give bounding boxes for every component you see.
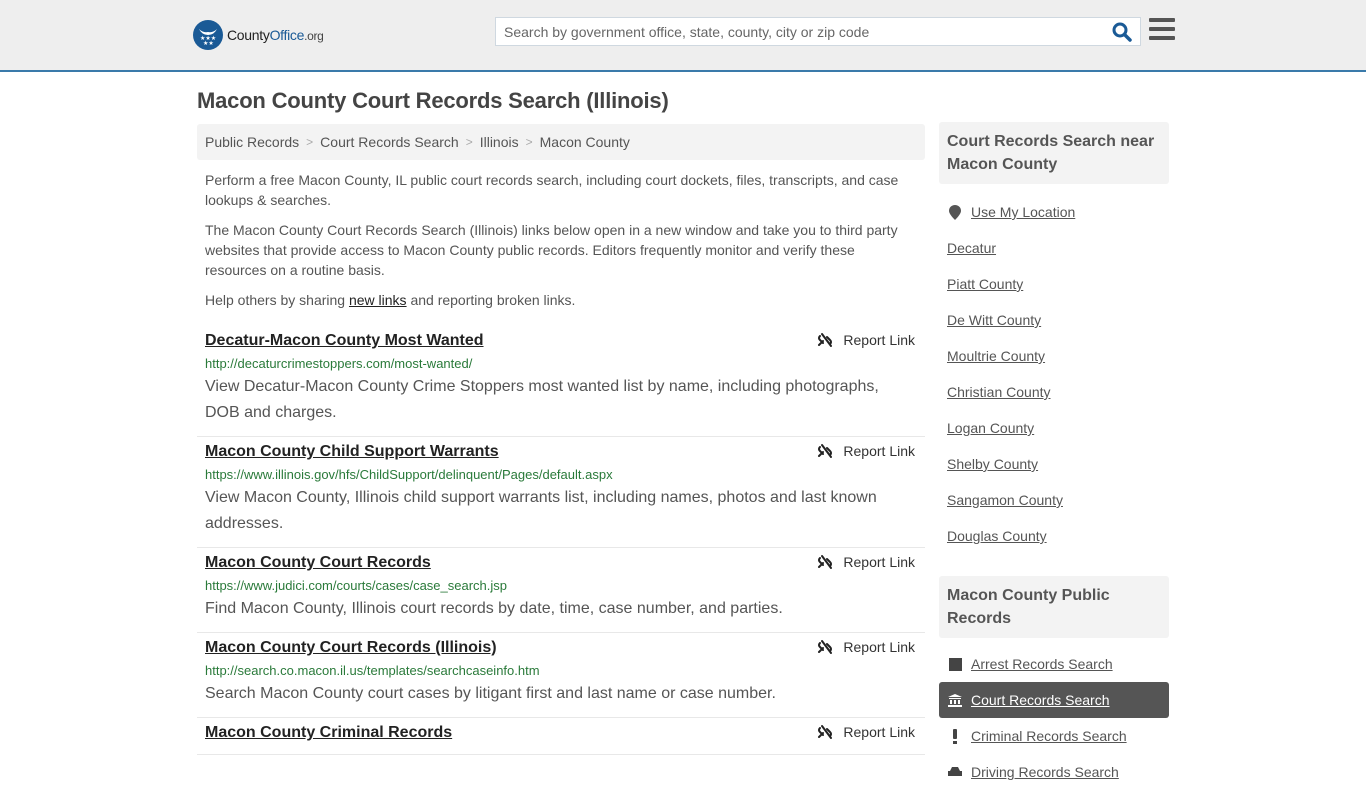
- nearby-link-label[interactable]: Sangamon County: [947, 492, 1063, 508]
- result-item: Decatur-Macon County Most Wanted Report …: [197, 326, 925, 437]
- sidebar: Court Records Search near Macon County U…: [939, 122, 1169, 800]
- public-records-link-label[interactable]: Court Records Search: [971, 692, 1110, 708]
- public-records-link-label[interactable]: Driving Records Search: [971, 764, 1119, 780]
- nearby-link[interactable]: Logan County: [939, 410, 1169, 446]
- nearby-link-label[interactable]: Christian County: [947, 384, 1051, 400]
- nearby-link-label[interactable]: Moultrie County: [947, 348, 1045, 364]
- report-link-button[interactable]: Report Link: [817, 639, 915, 655]
- nearby-heading: Court Records Search near Macon County: [939, 122, 1169, 184]
- search-icon: [1112, 22, 1132, 42]
- broken-link-icon: [818, 725, 833, 739]
- chevron-right-icon: >: [525, 135, 533, 149]
- result-url: https://www.illinois.gov/hfs/ChildSuppor…: [205, 467, 613, 482]
- report-link-button[interactable]: Report Link: [817, 724, 915, 740]
- search-box: [495, 17, 1141, 46]
- logo-eagle-icon: ★★★ ★★: [193, 20, 223, 50]
- svg-text:★★: ★★: [203, 40, 214, 45]
- breadcrumb-court-records-search[interactable]: Court Records Search: [320, 134, 459, 150]
- breadcrumb-public-records[interactable]: Public Records: [205, 134, 299, 150]
- result-title-link[interactable]: Macon County Criminal Records: [205, 722, 452, 744]
- nearby-link-label[interactable]: Decatur: [947, 240, 996, 256]
- public-records-link-label[interactable]: Criminal Records Search: [971, 728, 1127, 744]
- result-item: Macon County Child Support Warrants Repo…: [197, 437, 925, 548]
- result-url: http://decaturcrimestoppers.com/most-wan…: [205, 356, 473, 371]
- nearby-link-label[interactable]: Douglas County: [947, 528, 1047, 544]
- hamburger-menu-icon[interactable]: [1149, 18, 1175, 42]
- broken-link-icon: [818, 555, 833, 569]
- search-input[interactable]: [496, 18, 1096, 45]
- result-description: Search Macon County court cases by litig…: [205, 685, 776, 702]
- result-item: Macon County Criminal Records Report Lin…: [197, 718, 925, 755]
- intro-paragraph-3: Help others by sharing new links and rep…: [205, 292, 576, 308]
- result-title-link[interactable]: Macon County Court Records: [205, 552, 431, 574]
- report-link-label: Report Link: [843, 443, 915, 459]
- nearby-link-label[interactable]: Shelby County: [947, 456, 1038, 472]
- site-header: ★★★ ★★ CountyOffice.org: [0, 0, 1366, 72]
- intro-text: Perform a free Macon County, IL public c…: [205, 170, 917, 320]
- result-description: View Macon County, Illinois child suppor…: [205, 489, 877, 532]
- public-records-link[interactable]: Driving Records Search: [939, 754, 1169, 790]
- report-link-button[interactable]: Report Link: [817, 332, 915, 348]
- public-records-link-label[interactable]: Arrest Records Search: [971, 656, 1113, 672]
- chevron-right-icon: >: [306, 135, 314, 149]
- result-title-link[interactable]: Macon County Child Support Warrants: [205, 441, 499, 463]
- nearby-list: Use My Location Decatur Piatt County De Wi…: [939, 184, 1169, 564]
- breadcrumb-macon-county[interactable]: Macon County: [540, 134, 630, 150]
- report-link-label: Report Link: [843, 332, 915, 348]
- result-item: Macon County Court Records Report Link h…: [197, 548, 925, 633]
- broken-link-icon: [818, 640, 833, 654]
- search-button[interactable]: [1112, 22, 1134, 42]
- logo-link[interactable]: ★★★ ★★ CountyOffice.org: [193, 20, 324, 50]
- logo-text: CountyOffice.org: [227, 27, 324, 43]
- broken-link-icon: [818, 444, 833, 458]
- report-link-label: Report Link: [843, 554, 915, 570]
- use-my-location[interactable]: Use My Location: [939, 194, 1169, 230]
- nearby-link[interactable]: Piatt County: [939, 266, 1169, 302]
- nearby-link[interactable]: Shelby County: [939, 446, 1169, 482]
- square-icon: [947, 657, 963, 671]
- nearby-link-label[interactable]: Piatt County: [947, 276, 1023, 292]
- report-link-button[interactable]: Report Link: [817, 443, 915, 459]
- new-links-link[interactable]: new links: [349, 292, 407, 308]
- result-item: Macon County Court Records (Illinois) Re…: [197, 633, 925, 718]
- nearby-link[interactable]: Decatur: [939, 230, 1169, 266]
- result-title-link[interactable]: Decatur-Macon County Most Wanted: [205, 330, 484, 352]
- chevron-right-icon: >: [465, 135, 473, 149]
- courthouse-icon: [947, 693, 963, 707]
- nearby-link[interactable]: Christian County: [939, 374, 1169, 410]
- public-records-heading: Macon County Public Records: [939, 576, 1169, 638]
- report-link-button[interactable]: Report Link: [817, 554, 915, 570]
- nearby-link[interactable]: De Witt County: [939, 302, 1169, 338]
- breadcrumb: Public Records > Court Records Search > …: [197, 124, 925, 160]
- results-list: Decatur-Macon County Most Wanted Report …: [197, 326, 925, 755]
- nearby-link-label[interactable]: Logan County: [947, 420, 1034, 436]
- public-records-link[interactable]: Criminal Records Search: [939, 718, 1169, 754]
- report-link-label: Report Link: [843, 724, 915, 740]
- exclamation-icon: [947, 728, 963, 744]
- breadcrumb-illinois[interactable]: Illinois: [480, 134, 519, 150]
- result-url: http://search.co.macon.il.us/templates/s…: [205, 663, 540, 678]
- public-records-link[interactable]: Court Records Search: [939, 682, 1169, 718]
- public-records-link[interactable]: Arrest Records Search: [939, 646, 1169, 682]
- result-description: View Decatur-Macon County Crime Stoppers…: [205, 378, 879, 421]
- nearby-link-label[interactable]: De Witt County: [947, 312, 1041, 328]
- nearby-link[interactable]: Moultrie County: [939, 338, 1169, 374]
- page-title: Macon County Court Records Search (Illin…: [197, 88, 669, 113]
- result-description: Find Macon County, Illinois court record…: [205, 600, 783, 617]
- intro-paragraph-2: The Macon County Court Records Search (I…: [205, 222, 898, 278]
- map-marker-icon: [947, 204, 963, 220]
- broken-link-icon: [818, 333, 833, 347]
- result-url: https://www.judici.com/courts/cases/case…: [205, 578, 508, 593]
- report-link-label: Report Link: [843, 639, 915, 655]
- result-title-link[interactable]: Macon County Court Records (Illinois): [205, 637, 497, 659]
- public-records-list: Arrest Records Search Court Records Searc…: [939, 638, 1169, 800]
- nearby-link[interactable]: Sangamon County: [939, 482, 1169, 518]
- intro-paragraph-1: Perform a free Macon County, IL public c…: [205, 172, 899, 208]
- nearby-link[interactable]: Douglas County: [939, 518, 1169, 554]
